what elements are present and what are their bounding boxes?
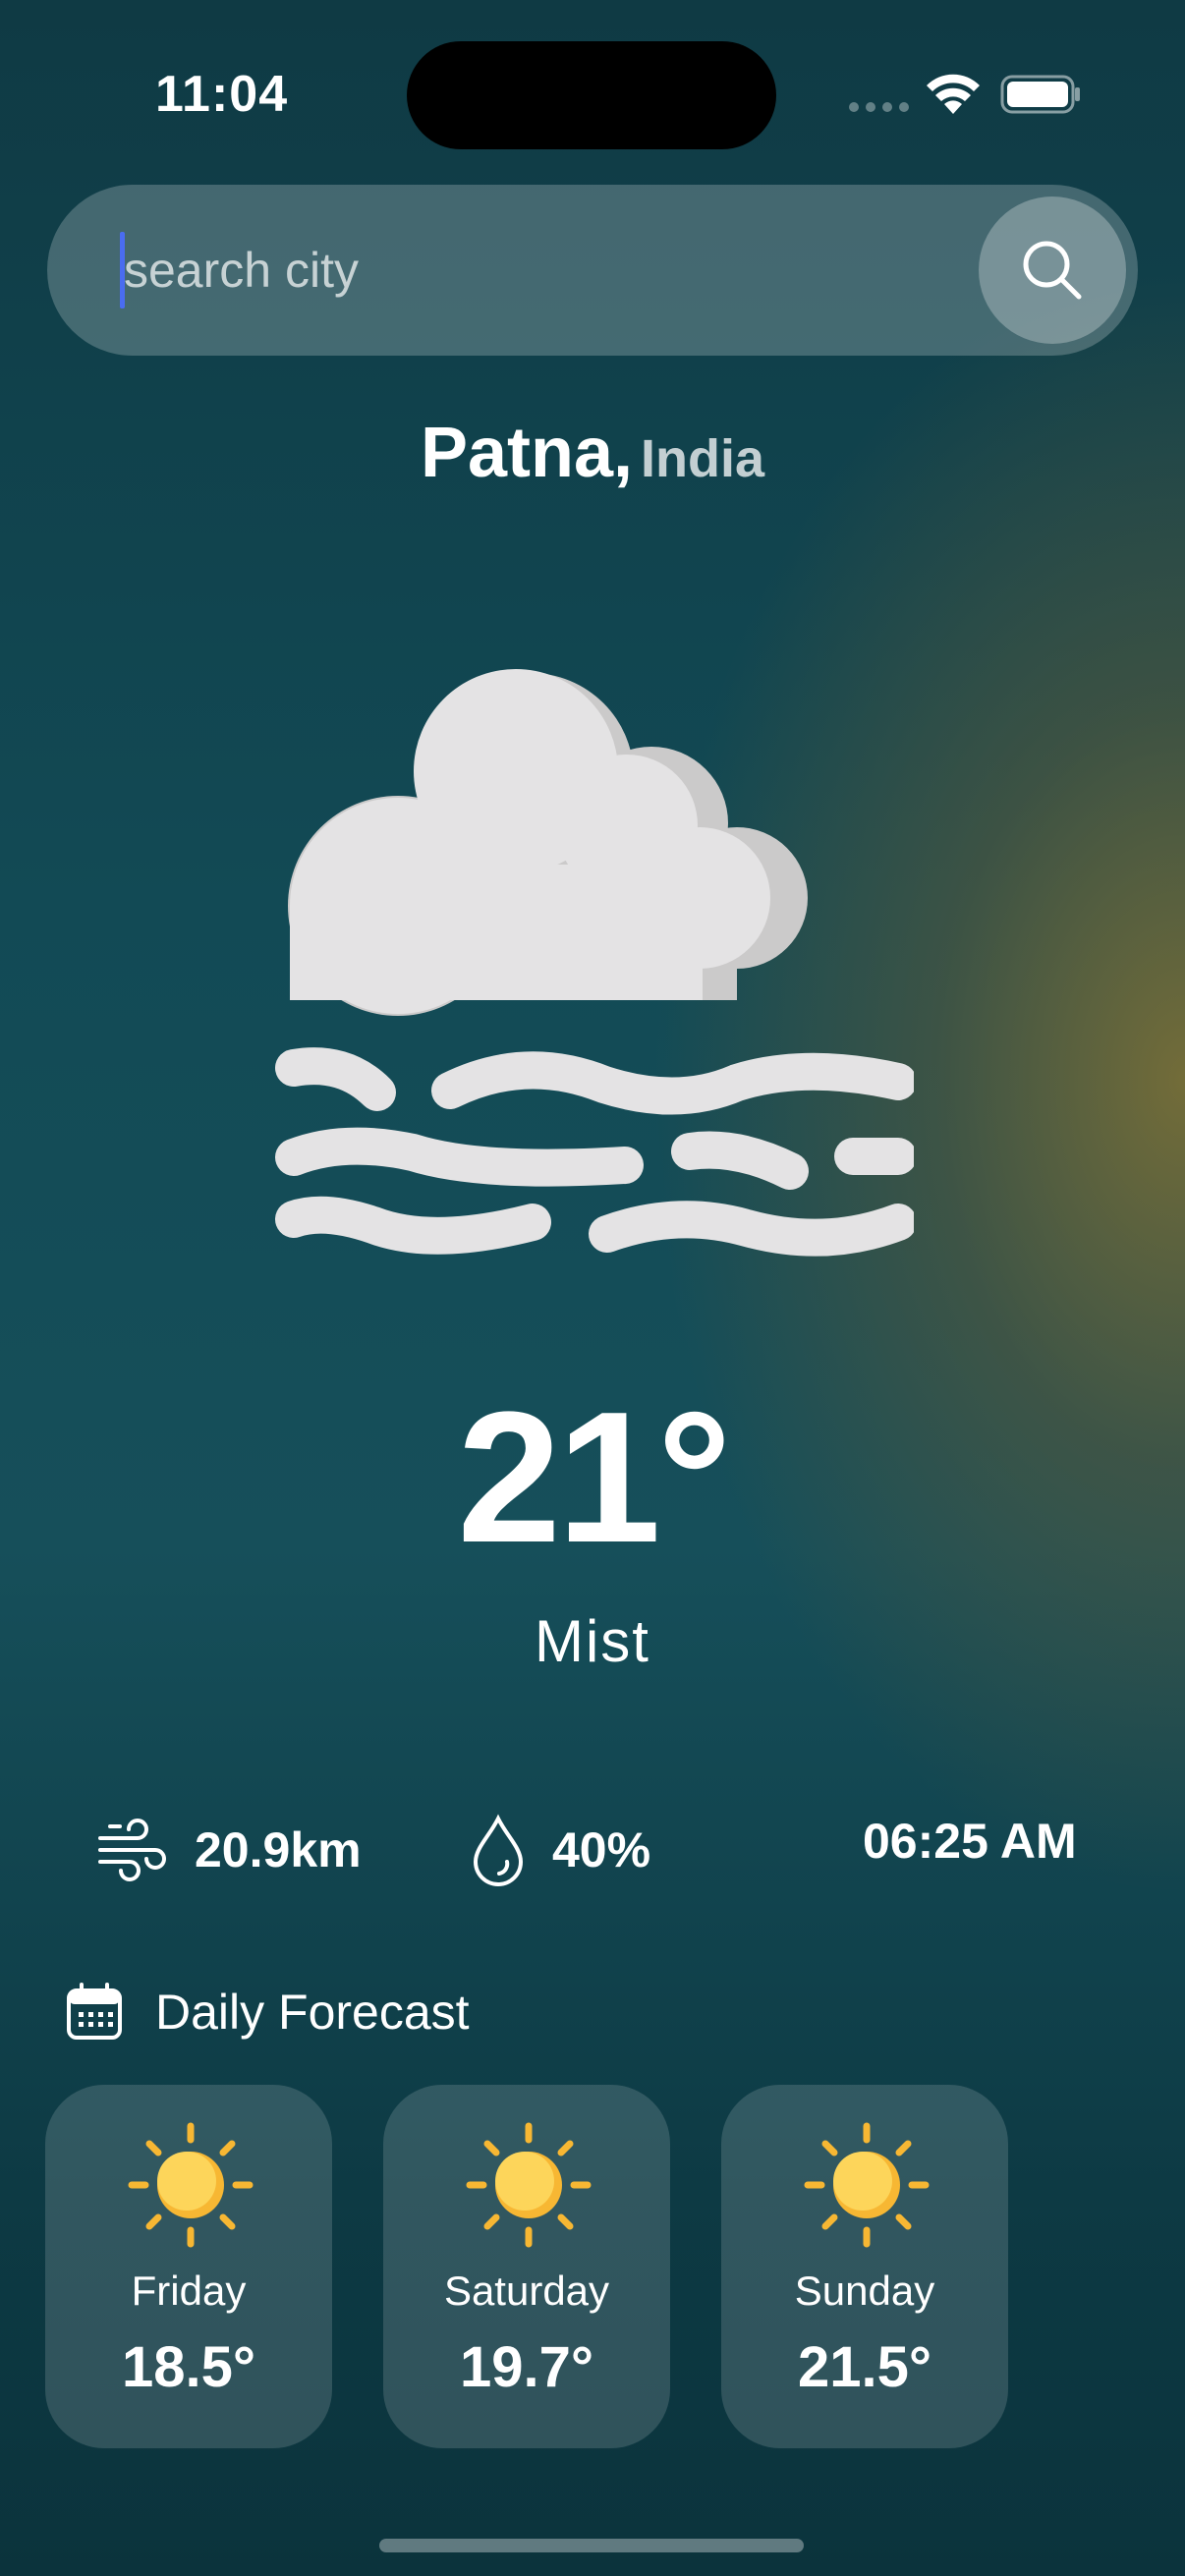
sunrise-stat: 06:25 AM: [863, 1813, 1077, 1870]
search-icon: [1023, 241, 1082, 300]
drop-icon: [473, 1814, 524, 1886]
location: Patna, India: [0, 413, 1185, 493]
humidity-value: 40%: [552, 1822, 651, 1877]
daily-forecast-title: Daily Forecast: [155, 1985, 470, 2040]
search-bar: [47, 185, 1138, 356]
current-temperature: 21°: [457, 1373, 731, 1582]
wifi-icon: [927, 74, 980, 114]
sun-icon: [466, 2122, 592, 2248]
forecast-card[interactable]: Sunday 21.5°: [721, 2085, 1008, 2448]
forecast-temp: 21.5°: [797, 2335, 932, 2399]
city-name: Patna,: [420, 414, 634, 492]
text-caret: [120, 232, 125, 308]
forecast-day: Sunday: [794, 2268, 935, 2314]
calendar-icon: [67, 1983, 122, 2040]
search-input[interactable]: [120, 228, 988, 312]
forecast-card[interactable]: Saturday 19.7°: [383, 2085, 670, 2448]
sun-icon: [128, 2122, 254, 2248]
dynamic-island: [407, 41, 776, 149]
wind-value: 20.9km: [195, 1822, 362, 1877]
forecast-temp: 19.7°: [459, 2335, 594, 2399]
country-name: India: [641, 429, 765, 488]
sunrise-value: 06:25 AM: [863, 1814, 1077, 1869]
wind-icon: [98, 1819, 166, 1881]
status-time: 11:04: [155, 66, 289, 123]
forecast-card[interactable]: Friday 18.5°: [45, 2085, 332, 2448]
cellular-signal-icon: [849, 102, 909, 112]
forecast-day: Friday: [131, 2268, 247, 2314]
forecast-temp: 18.5°: [121, 2335, 256, 2399]
daily-forecast-header: Daily Forecast: [65, 1983, 470, 2042]
weather-condition: Mist: [535, 1608, 650, 1674]
home-indicator[interactable]: [379, 2539, 804, 2552]
wind-stat: 20.9km: [94, 1813, 362, 1887]
mist-cloud-icon: [275, 669, 914, 1257]
battery-icon: [1000, 75, 1080, 114]
humidity-stat: 40%: [470, 1813, 650, 1887]
forecast-day: Saturday: [443, 2268, 610, 2314]
search-button[interactable]: [979, 196, 1126, 344]
sun-icon: [804, 2122, 930, 2248]
